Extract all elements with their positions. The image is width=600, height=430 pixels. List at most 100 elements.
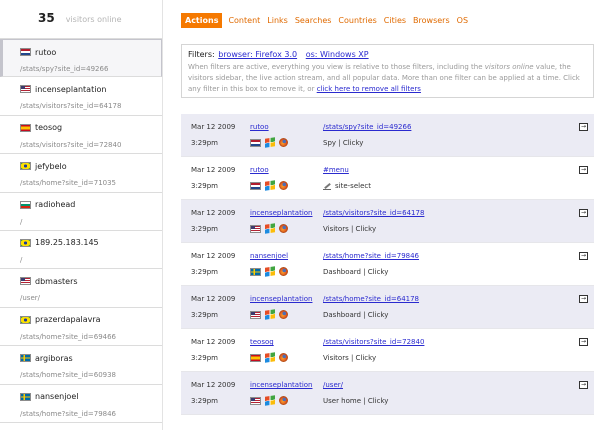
visitors-sidebar: 35 visitors online rutoo/stats/spy?site_i… <box>0 0 163 430</box>
action-icons <box>250 309 288 320</box>
expand-arrow-icon[interactable]: → <box>579 252 588 260</box>
visitor-item[interactable]: prazerdapalavra/stats/home?site_id=69466 <box>0 308 162 347</box>
tab-cities[interactable]: Cities <box>384 16 406 25</box>
action-url-link[interactable]: /stats/visitors?site_id=72840 <box>323 338 424 346</box>
action-time: 3:29pm <box>191 182 218 190</box>
windows-xp-icon <box>265 223 275 234</box>
flag-br-icon <box>20 238 31 247</box>
action-url-link[interactable]: /stats/visitors?site_id=64178 <box>323 209 424 217</box>
action-user-link[interactable]: rutoo <box>250 123 269 131</box>
expand-arrow-icon[interactable]: → <box>579 209 588 217</box>
main-content: Actions Content Links Searches Countries… <box>181 12 594 415</box>
firefox-icon <box>279 224 288 233</box>
visitor-name: nansenjoel <box>35 392 79 402</box>
windows-xp-icon <box>265 180 275 191</box>
windows-xp-icon <box>265 395 275 406</box>
flag-nl-icon <box>250 181 261 190</box>
tab-actions[interactable]: Actions <box>181 13 223 28</box>
action-row: Mar 12 2009 3:29pm nansenjoel/stats/home?s… <box>181 243 594 286</box>
filter-os-link[interactable]: os: Windows XP <box>306 50 369 59</box>
action-url-link[interactable]: /user/ <box>323 381 343 389</box>
action-title: site-select <box>323 182 371 190</box>
action-time: 3:29pm <box>191 354 218 362</box>
tab-links[interactable]: Links <box>267 16 288 25</box>
action-user-link[interactable]: rutoo <box>250 166 269 174</box>
action-url-link[interactable]: /stats/home?site_id=64178 <box>323 295 419 303</box>
tab-os[interactable]: OS <box>457 16 468 25</box>
visitors-online-counter: 35 visitors online <box>0 0 162 38</box>
visitor-line: radiohead <box>20 199 162 211</box>
filters-box: Filters: browser: Firefox 3.0 os: Window… <box>181 44 594 98</box>
tab-content[interactable]: Content <box>228 16 260 25</box>
action-date: Mar 12 2009 <box>191 381 236 389</box>
action-url-link[interactable]: /stats/home?site_id=79846 <box>323 252 419 260</box>
expand-arrow-icon[interactable]: → <box>579 123 588 131</box>
action-title: Spy | Clicky <box>323 139 363 147</box>
action-title: Visitors | Clicky <box>323 354 376 362</box>
expand-arrow-icon[interactable]: → <box>579 166 588 174</box>
visitor-line: rutoo <box>20 46 161 58</box>
action-icons <box>250 137 288 148</box>
remove-all-filters-link[interactable]: click here to remove all filters <box>317 85 421 93</box>
action-user-link[interactable]: nansenjoel <box>250 252 288 260</box>
report-tabs: Actions Content Links Searches Countries… <box>181 12 594 29</box>
action-time: 3:29pm <box>191 139 218 147</box>
firefox-icon <box>279 267 288 276</box>
flag-se-icon <box>20 392 31 401</box>
tab-browsers[interactable]: Browsers <box>413 16 450 25</box>
action-user-link[interactable]: incenseplantation <box>250 209 312 217</box>
firefox-icon <box>279 353 288 362</box>
visitor-name: radiohead <box>35 200 76 210</box>
action-title: User home | Clicky <box>323 397 388 405</box>
visitor-item[interactable]: argiboras/stats/home?site_id=60938 <box>0 346 162 385</box>
visitor-name: jefybelo <box>35 161 67 171</box>
visitor-name: teosog <box>35 123 63 133</box>
tab-searches[interactable]: Searches <box>295 16 332 25</box>
visitor-name: prazerdapalavra <box>35 315 101 325</box>
flag-nl-icon <box>250 138 261 147</box>
visitor-line: dbmasters <box>20 275 162 287</box>
visitor-path: /stats/home?site_id=79846 <box>20 409 117 418</box>
filter-browser-link[interactable]: browser: Firefox 3.0 <box>218 50 297 59</box>
visitor-item[interactable]: nansenjoel/stats/home?site_id=79846 <box>0 385 162 423</box>
visitor-item[interactable]: rutoo/stats/spy?site_id=49266 <box>0 39 162 78</box>
filters-desc-emphasis: visitors online <box>484 63 534 71</box>
expand-arrow-icon[interactable]: → <box>579 295 588 303</box>
action-time: 3:29pm <box>191 268 218 276</box>
action-url-link[interactable]: /stats/spy?site_id=49266 <box>323 123 411 131</box>
visitor-name: dbmasters <box>35 276 78 286</box>
action-icons <box>250 180 288 191</box>
visitor-item[interactable]: jefybelo/stats/home?site_id=71035 <box>0 154 162 193</box>
visitor-path: /stats/home?site_id=60938 <box>20 371 117 380</box>
visitor-line: incenseplantation <box>20 83 162 95</box>
action-date: Mar 12 2009 <box>191 252 236 260</box>
firefox-icon <box>279 138 288 147</box>
flag-br-icon <box>20 315 31 324</box>
action-icons <box>250 223 288 234</box>
action-time: 3:29pm <box>191 225 218 233</box>
action-icons <box>250 266 288 277</box>
visitor-line: teosog <box>20 122 162 134</box>
flag-br-icon <box>20 162 31 171</box>
visitor-line: prazerdapalavra <box>20 314 162 326</box>
action-time: 3:29pm <box>191 311 218 319</box>
visitor-item[interactable]: dbmasters/user/ <box>0 269 162 308</box>
action-user-link[interactable]: incenseplantation <box>250 295 312 303</box>
visitor-item[interactable]: 189.25.183.145 / <box>0 231 162 270</box>
action-user-link[interactable]: teosog <box>250 338 274 346</box>
visitor-item[interactable]: radiohead / <box>0 193 162 231</box>
visitor-path: /stats/home?site_id=71035 <box>20 179 117 188</box>
visitor-item[interactable]: teosog/stats/visitors?site_id=72840 <box>0 116 162 155</box>
action-user-link[interactable]: incenseplantation <box>250 381 312 389</box>
visitor-line: 189.25.183.145 <box>20 237 162 249</box>
action-row: Mar 12 2009 3:29pm incenseplantation/stats… <box>181 200 594 243</box>
visitor-item[interactable]: incenseplantation/stats/visitors?site_id… <box>0 77 162 116</box>
expand-arrow-icon[interactable]: → <box>579 338 588 346</box>
action-url-link[interactable]: #menu <box>323 166 349 174</box>
flag-es-icon <box>20 123 31 132</box>
action-date: Mar 12 2009 <box>191 166 236 174</box>
visitor-name: rutoo <box>35 47 57 57</box>
tab-countries[interactable]: Countries <box>338 16 376 25</box>
expand-arrow-icon[interactable]: → <box>579 381 588 389</box>
action-title-text: Visitors | Clicky <box>323 225 377 233</box>
